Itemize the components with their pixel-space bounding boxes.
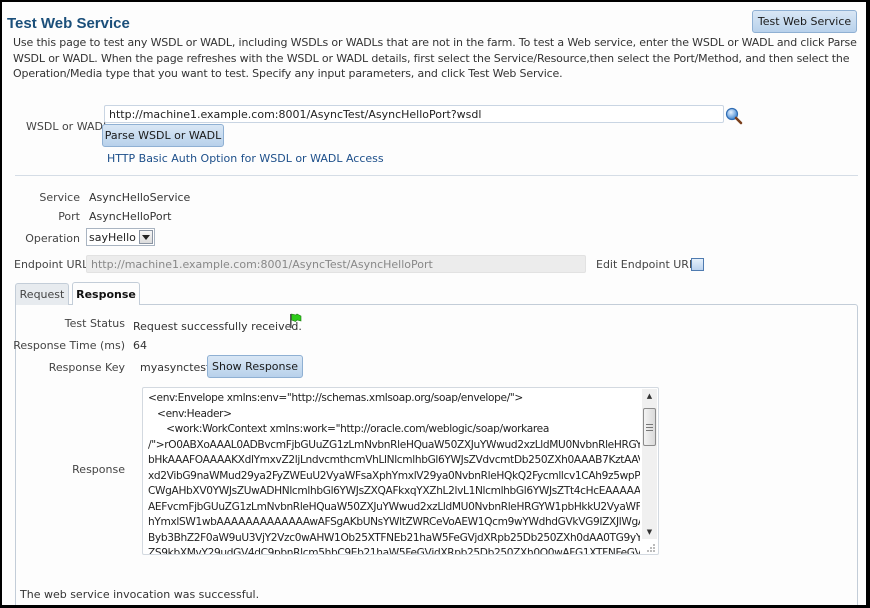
operation-select-value: sayHello: [89, 230, 136, 244]
section-divider: [15, 175, 858, 176]
search-icon[interactable]: [725, 107, 743, 125]
page-description: Use this page to test any WSDL or WADL, …: [13, 36, 857, 80]
test-web-service-page: Test Web Service Test Web Service Use th…: [2, 2, 866, 605]
service-value: AsyncHelloService: [89, 191, 191, 204]
wsdl-label: WSDL or WADL: [26, 120, 110, 133]
service-label: Service: [39, 191, 80, 204]
edit-endpoint-url-label: Edit Endpoint URL: [596, 258, 696, 271]
wsdl-input[interactable]: http://machine1.example.com:8001/AsyncTe…: [104, 105, 724, 123]
http-basic-auth-link[interactable]: HTTP Basic Auth Option for WSDL or WADL …: [107, 152, 384, 165]
scroll-down-icon[interactable]: ▼: [642, 525, 657, 539]
page-title: Test Web Service: [7, 15, 130, 32]
show-response-button[interactable]: Show Response: [207, 355, 303, 378]
response-key-label: Response Key: [48, 361, 125, 374]
invocation-status-message: The web service invocation was successfu…: [20, 588, 260, 601]
operation-select[interactable]: sayHello: [86, 228, 155, 246]
response-scrollbar[interactable]: ▲ ▼: [642, 389, 657, 539]
operation-label: Operation: [25, 232, 80, 245]
response-key-value: myasynctest: [140, 361, 211, 374]
test-status-value: Request successfully received.: [133, 320, 302, 333]
response-time-label: Response Time (ms): [13, 339, 125, 352]
endpoint-url-label: Endpoint URL: [14, 258, 89, 271]
edit-endpoint-url-checkbox[interactable]: [691, 258, 704, 271]
port-label: Port: [58, 210, 80, 223]
tab-response[interactable]: Response: [72, 282, 140, 305]
chevron-down-icon[interactable]: [138, 230, 153, 244]
parse-wsdl-button[interactable]: Parse WSDL or WADL: [102, 124, 224, 147]
scroll-thumb[interactable]: [643, 408, 656, 446]
resize-grip-icon[interactable]: [647, 543, 656, 552]
port-value: AsyncHelloPort: [89, 210, 172, 223]
test-status-label: Test Status: [64, 317, 125, 330]
endpoint-url-input: http://machine1.example.com:8001/AsyncTe…: [86, 255, 586, 273]
test-web-service-button[interactable]: Test Web Service: [752, 10, 857, 33]
response-content: <env:Envelope xmlns:env="http://schemas.…: [148, 392, 640, 555]
response-label: Response: [72, 463, 125, 476]
response-textarea[interactable]: <env:Envelope xmlns:env="http://schemas.…: [142, 387, 659, 555]
response-time-value: 64: [133, 339, 147, 352]
green-flag-icon: [289, 313, 303, 329]
scroll-up-icon[interactable]: ▲: [642, 389, 657, 403]
tab-request[interactable]: Request: [15, 283, 69, 305]
